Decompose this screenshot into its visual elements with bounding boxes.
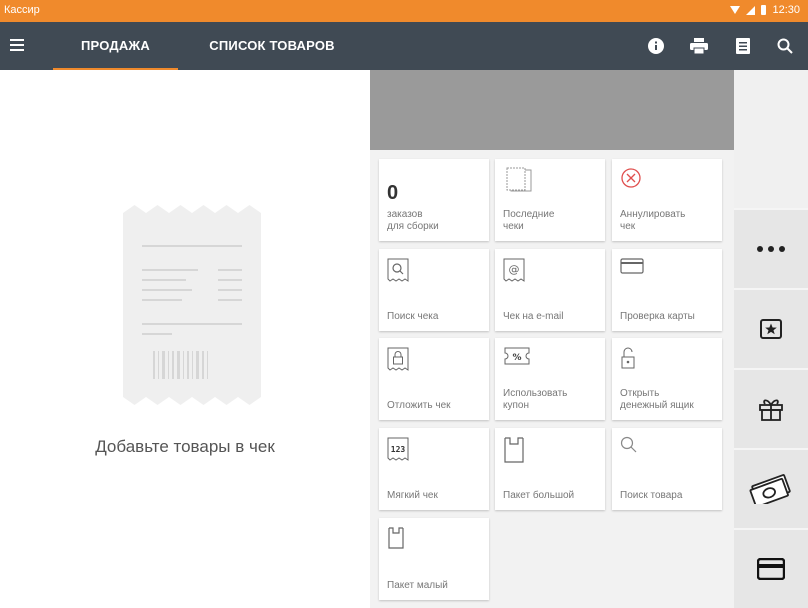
card-icon [757,558,785,580]
tile-soft-receipt[interactable]: 123 Мягкий чек [379,428,489,510]
orders-count: 0 [387,182,399,204]
svg-text:123: 123 [391,445,406,454]
status-time: 12:30 [772,4,800,16]
tile-label: Отложить чек [387,400,451,411]
search-icon[interactable] [773,34,797,58]
tile-cancel-receipt[interactable]: Аннулировать чек [612,159,722,241]
gift-icon [759,399,783,421]
function-grid: 0 заказов для сборки Последние чеки Анну… [370,70,734,608]
status-app-name: Кассир [4,4,40,16]
tile-label: Использовать купон [503,388,568,411]
more-button[interactable] [734,210,808,288]
gift-button[interactable] [734,370,808,448]
tile-label: Проверка карты [620,311,695,322]
more-icon [757,246,785,252]
cash-payment-button[interactable] [734,450,808,528]
tile-orders-to-assemble[interactable]: 0 заказов для сборки [379,159,489,241]
coupon-icon: % [504,347,530,365]
document-icon[interactable] [731,34,755,58]
tile-recent-receipts[interactable]: Последние чеки [495,159,605,241]
tile-label: Аннулировать чек [620,209,686,232]
tile-label: Чек на e-mail [503,311,564,322]
info-icon[interactable] [644,34,668,58]
tile-check-card[interactable]: Проверка карты [612,249,722,331]
receipt-email-icon: @ [503,258,525,282]
status-icons: 12:30 [730,4,800,16]
tile-label: Поиск товара [620,490,683,501]
tile-label: Пакет большой [503,490,575,501]
stacked-receipts-icon [506,167,532,192]
signal-icon [746,5,756,15]
wifi-icon [730,6,741,14]
cash-icon [749,474,791,504]
receipt-panel: Добавьте товары в чек [0,70,370,608]
card-icon [620,258,644,274]
card-payment-button[interactable] [734,530,808,608]
battery-icon [761,5,767,15]
empty-receipt-icon [123,205,261,405]
tile-search-receipt[interactable]: Поиск чека [379,249,489,331]
favorites-button[interactable] [734,290,808,368]
tile-bag-small[interactable]: Пакет малый [379,518,489,600]
tile-postpone-receipt[interactable]: Отложить чек [379,338,489,420]
receipt-123-icon: 123 [387,437,409,461]
svg-text:@: @ [509,263,520,276]
printer-icon[interactable] [687,34,711,58]
empty-receipt-message: Добавьте товары в чек [95,437,275,456]
tile-label: Последние чеки [503,209,555,232]
app-toolbar: ПРОДАЖА СПИСОК ТОВАРОВ [0,22,808,70]
tile-label: Поиск чека [387,311,439,322]
tile-label: Мягкий чек [387,490,438,501]
tile-label: Открыть денежный ящик [620,388,694,411]
tile-open-cash-drawer[interactable]: Открыть денежный ящик [612,338,722,420]
receipt-lock-icon [387,347,409,371]
tile-label: Пакет малый [387,580,448,591]
tile-search-product[interactable]: Поиск товара [612,428,722,510]
tab-product-list[interactable]: СПИСОК ТОВАРОВ [192,22,352,70]
tab-sale[interactable]: ПРОДАЖА [53,22,178,70]
right-action-rail [734,70,808,608]
svg-text:%: % [512,353,521,363]
cancel-circle-icon [621,168,641,188]
bag-large-icon [504,437,524,463]
tile-use-coupon[interactable]: % Использовать купон [495,338,605,420]
rail-blank-area [734,70,808,208]
menu-icon[interactable] [10,36,24,54]
tile-label: заказов для сборки [387,209,439,232]
grid-header [370,70,734,150]
status-bar: Кассир 12:30 [0,0,808,22]
bag-small-icon [388,527,404,549]
tile-receipt-email[interactable]: @ Чек на e-mail [495,249,605,331]
unlock-icon [621,347,635,369]
star-box-icon [760,319,782,339]
search-icon [620,436,637,453]
tile-bag-large[interactable]: Пакет большой [495,428,605,510]
receipt-search-icon [387,258,409,282]
